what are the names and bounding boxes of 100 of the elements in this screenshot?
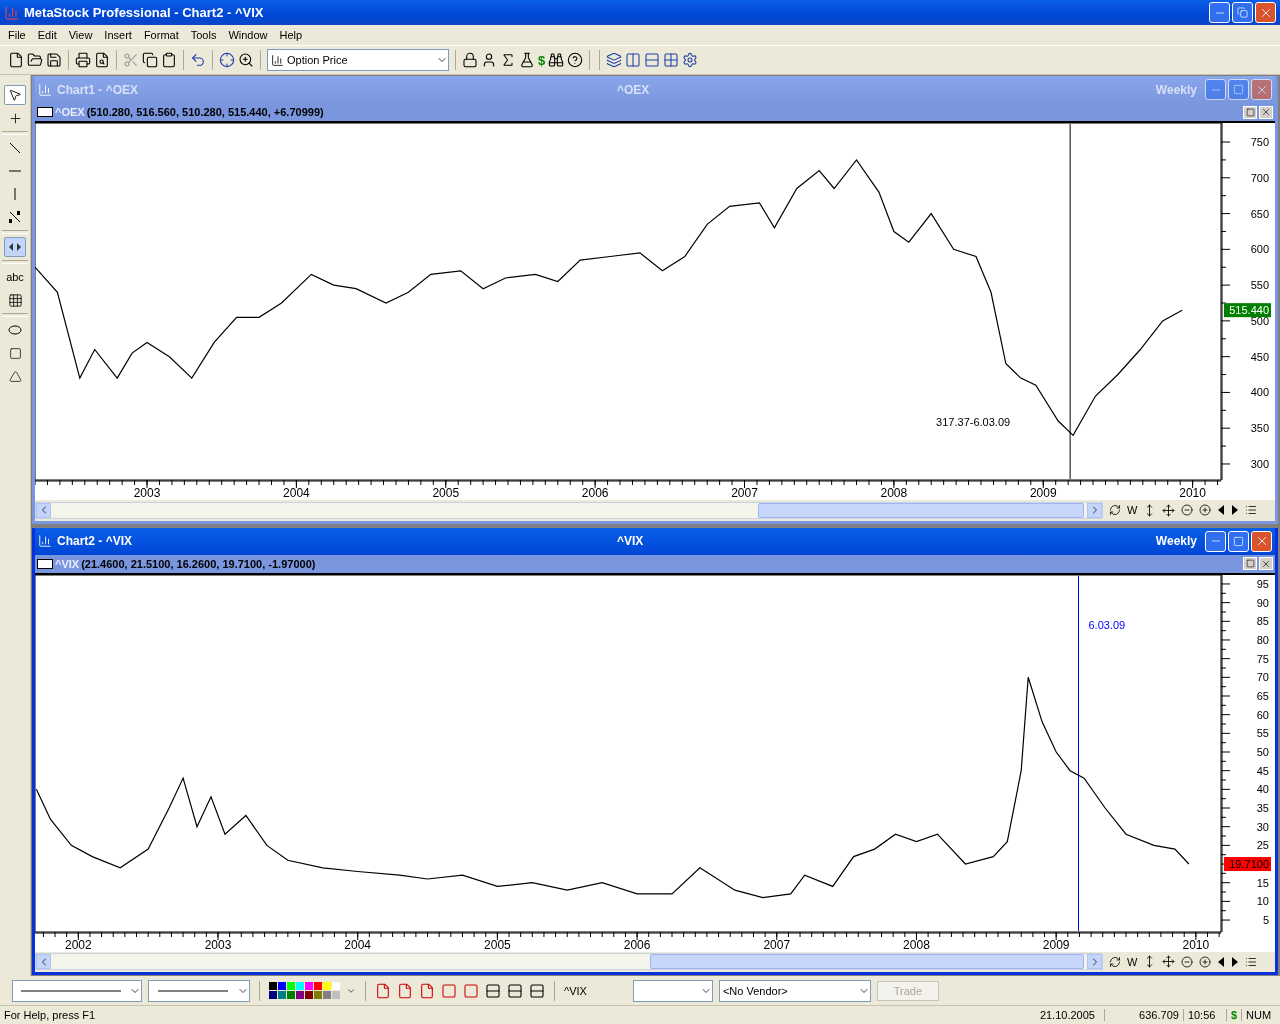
list-icon[interactable]	[1245, 955, 1258, 968]
crosshair-icon[interactable]	[219, 52, 235, 68]
tile-horizontal-icon[interactable]	[529, 982, 545, 999]
color-swatch[interactable]	[278, 982, 286, 990]
color-swatch[interactable]	[305, 991, 313, 999]
maximize-button[interactable]	[1228, 530, 1249, 552]
color-swatch[interactable]	[314, 991, 322, 999]
list-icon[interactable]	[1245, 504, 1258, 516]
zoom-icon[interactable]	[238, 52, 254, 68]
restore-button[interactable]	[1243, 105, 1257, 119]
scroll-left-button[interactable]	[36, 502, 51, 518]
menu-item[interactable]: Tools	[184, 29, 223, 41]
tile-horizontal-icon[interactable]	[507, 982, 523, 999]
print-icon[interactable]	[75, 52, 91, 68]
move-icon[interactable]	[1162, 503, 1176, 517]
menu-item[interactable]: Window	[222, 29, 274, 41]
minimize-button[interactable]	[1209, 2, 1230, 23]
zoom-in-icon[interactable]	[1199, 504, 1212, 516]
formula-icon[interactable]	[500, 52, 516, 68]
scroll-thumb[interactable]	[650, 954, 1084, 969]
settings-icon[interactable]	[682, 52, 699, 68]
menu-item[interactable]: Format	[137, 29, 185, 41]
menu-item[interactable]: Edit	[31, 29, 63, 41]
document-icon[interactable]	[375, 982, 391, 999]
scroll-left-button[interactable]	[36, 954, 51, 969]
scroll-left-icon[interactable]	[1217, 505, 1226, 515]
color-swatch[interactable]	[332, 991, 340, 999]
color-swatch[interactable]	[269, 982, 277, 990]
indicator-dropdown[interactable]: Option Price	[267, 49, 449, 71]
restore-button[interactable]	[1232, 2, 1253, 23]
document-icon[interactable]	[397, 982, 413, 999]
square-icon[interactable]	[463, 982, 479, 999]
refresh-icon[interactable]	[1109, 504, 1121, 516]
menu-item[interactable]: Help	[273, 29, 309, 41]
color-swatch[interactable]	[332, 982, 340, 990]
horizontal-scrollbar[interactable]	[35, 953, 1103, 970]
dollar-sign[interactable]: $	[538, 52, 546, 68]
line-width-dropdown[interactable]	[148, 979, 250, 1002]
color-swatch[interactable]	[323, 982, 331, 990]
horizontal-scrollbar[interactable]	[35, 501, 1103, 519]
scroll-right-icon[interactable]	[1231, 956, 1240, 967]
color-swatch[interactable]	[296, 982, 304, 990]
print-preview-icon[interactable]	[94, 52, 110, 68]
close-button[interactable]	[1259, 105, 1273, 119]
minimize-button[interactable]	[1205, 79, 1226, 100]
lock-icon[interactable]	[462, 52, 478, 68]
close-button[interactable]	[1259, 557, 1273, 570]
vendor-dropdown[interactable]: <No Vendor>	[718, 979, 871, 1002]
color-swatch[interactable]	[278, 991, 286, 999]
document-icon[interactable]	[419, 982, 435, 999]
undo-icon[interactable]	[190, 52, 206, 68]
scroll-arrows-tool[interactable]	[4, 237, 26, 257]
status-num: NUM	[1241, 1009, 1280, 1021]
periodicity-button[interactable]: W	[1127, 504, 1138, 516]
pointer-tool[interactable]	[4, 85, 26, 105]
menu-item[interactable]: Insert	[98, 29, 138, 41]
color-swatch[interactable]	[287, 991, 295, 999]
help-icon[interactable]	[567, 52, 584, 68]
square-icon[interactable]	[441, 982, 457, 999]
refresh-icon[interactable]	[1109, 955, 1121, 968]
tile-grid-icon[interactable]	[663, 52, 680, 68]
scroll-left-icon[interactable]	[1217, 956, 1226, 967]
windows-icon[interactable]	[606, 52, 623, 68]
flask-icon[interactable]	[519, 52, 535, 68]
scroll-thumb[interactable]	[758, 502, 1084, 518]
person-icon[interactable]	[481, 52, 497, 68]
color-swatch[interactable]	[269, 991, 277, 999]
save-icon[interactable]	[46, 52, 62, 68]
close-button[interactable]	[1251, 530, 1272, 552]
color-swatch[interactable]	[287, 982, 295, 990]
paste-icon[interactable]	[161, 52, 177, 68]
color-swatch[interactable]	[305, 982, 313, 990]
line-style-dropdown[interactable]	[12, 979, 142, 1002]
symbol-dropdown[interactable]	[632, 979, 713, 1002]
maximize-button[interactable]	[1228, 79, 1249, 100]
color-swatch[interactable]	[323, 991, 331, 999]
menu-item[interactable]: File	[2, 29, 32, 41]
text-tool[interactable]: abc	[4, 267, 26, 287]
scroll-right-icon[interactable]	[1231, 505, 1240, 515]
zoom-out-icon[interactable]	[1181, 955, 1194, 968]
new-file-icon[interactable]	[8, 52, 24, 68]
line-sample-icon	[21, 988, 121, 993]
close-button[interactable]	[1255, 2, 1276, 23]
move-icon[interactable]	[1162, 955, 1176, 968]
plus-icon	[7, 110, 23, 126]
zoom-in-icon[interactable]	[1199, 955, 1212, 968]
open-folder-icon[interactable]	[27, 52, 43, 68]
restore-button[interactable]	[1243, 557, 1257, 570]
tile-vertical-icon[interactable]	[625, 52, 642, 68]
color-swatch[interactable]	[296, 991, 304, 999]
menu-item[interactable]: View	[62, 29, 99, 41]
tile-horizontal-icon[interactable]	[644, 52, 661, 68]
copy-icon[interactable]	[142, 52, 158, 68]
periodicity-button[interactable]: W	[1127, 955, 1138, 968]
minimize-button[interactable]	[1205, 530, 1226, 552]
tile-horizontal-icon[interactable]	[485, 982, 501, 999]
binoculars-icon[interactable]	[548, 52, 565, 68]
color-swatch[interactable]	[314, 982, 322, 990]
scroll-right-button[interactable]	[1087, 954, 1102, 969]
zoom-out-icon[interactable]	[1181, 504, 1194, 516]
